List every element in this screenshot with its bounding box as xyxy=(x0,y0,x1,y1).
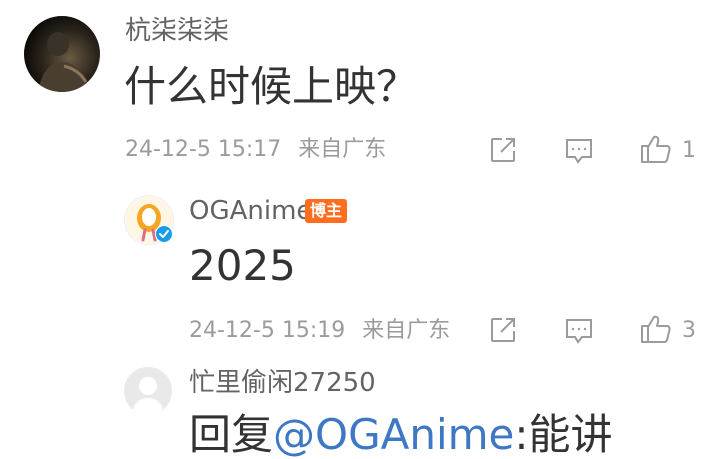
like-button[interactable] xyxy=(640,134,672,164)
comment-username[interactable]: 忙里偷闲27250 xyxy=(189,370,376,396)
blogger-badge: 博主 xyxy=(305,199,348,223)
reply-prefix: 回复 xyxy=(189,410,274,459)
comment-meta: 24-12-5 15:17 来自广东 xyxy=(125,139,386,161)
comment-text: 什么时候上映？ xyxy=(124,62,419,111)
comment-button[interactable] xyxy=(565,317,593,345)
thumbs-up-icon xyxy=(641,135,671,163)
share-button[interactable] xyxy=(489,316,517,344)
share-icon xyxy=(491,318,515,342)
share-icon xyxy=(491,138,515,162)
comment-button[interactable] xyxy=(565,137,593,165)
comment-location: 来自广东 xyxy=(362,318,451,343)
comment-icon xyxy=(566,139,592,164)
thumbs-up-icon xyxy=(641,315,671,343)
comment-location: 来自广东 xyxy=(298,137,387,162)
reply-mention-link[interactable]: @OGAnime xyxy=(273,410,514,459)
comment-meta: 24-12-5 15:19 来自广东 xyxy=(189,320,450,342)
comment-date: 24-12-5 15:19 xyxy=(189,318,346,343)
avatar[interactable] xyxy=(24,16,100,92)
reply-text: :能讲 xyxy=(514,410,613,459)
share-button[interactable] xyxy=(489,136,517,164)
like-button[interactable] xyxy=(640,314,672,344)
comment-icon xyxy=(566,319,592,344)
like-count: 1 xyxy=(682,138,696,163)
comment-username[interactable]: OGAnime xyxy=(189,198,312,224)
like-count: 3 xyxy=(682,318,696,343)
verified-badge-icon xyxy=(155,225,173,243)
comment-username[interactable]: 杭柒柒柒 xyxy=(125,18,229,44)
avatar[interactable] xyxy=(124,367,172,415)
comment-date: 24-12-5 15:17 xyxy=(125,137,282,162)
comment-text: 2025 xyxy=(189,241,296,290)
